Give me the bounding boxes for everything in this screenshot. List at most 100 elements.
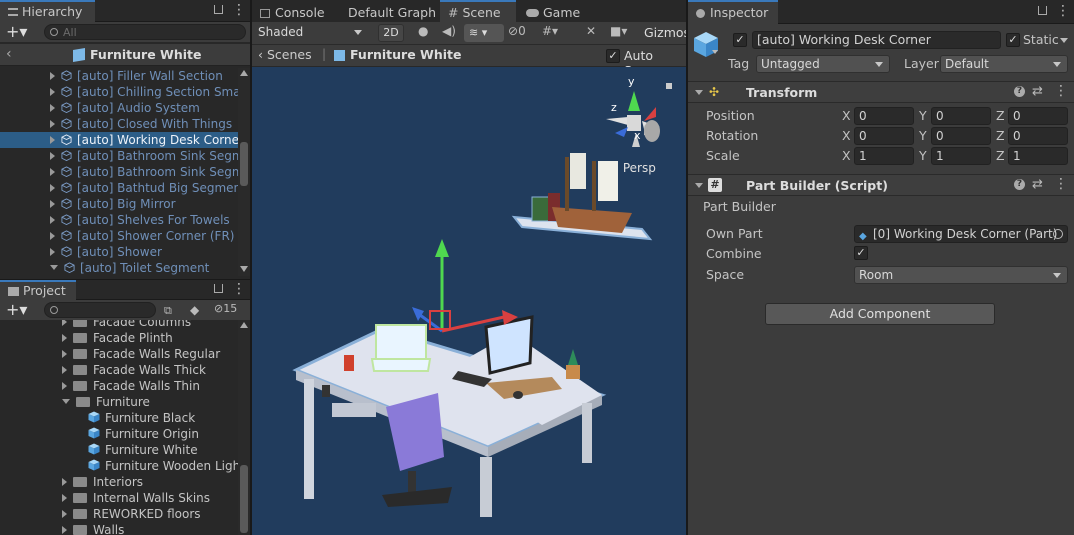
position-y-field[interactable]: 0: [931, 107, 991, 125]
project-item[interactable]: Furniture: [0, 394, 238, 410]
grid-toggle-icon[interactable]: #▾: [542, 24, 558, 38]
hierarchy-item[interactable]: [auto] Shower: [0, 244, 238, 260]
scrollbar-thumb[interactable]: [240, 465, 248, 533]
more-menu-icon[interactable]: ⋮: [232, 281, 246, 297]
tab-game[interactable]: Game: [518, 0, 588, 24]
tab-inspector[interactable]: Inspector: [688, 0, 778, 24]
rotation-axis-label[interactable]: X: [842, 128, 851, 143]
position-axis-label[interactable]: Z: [996, 108, 1005, 123]
foldout-arrow-icon[interactable]: [50, 120, 55, 128]
rotation-y-field[interactable]: 0: [931, 127, 991, 145]
foldout-arrow-icon[interactable]: [50, 136, 55, 144]
view-orientation-gizmo[interactable]: [606, 91, 660, 147]
hierarchy-item[interactable]: [auto] Filler Wall Section: [0, 68, 238, 84]
prefab-dropdown-arrow[interactable]: [712, 50, 718, 54]
tab-hierarchy[interactable]: Hierarchy: [0, 0, 95, 22]
hidden-packages-icon[interactable]: ⊘15: [214, 302, 237, 315]
component-menu-icon[interactable]: ⋮: [1054, 83, 1068, 99]
hierarchy-item[interactable]: [auto] Bathroom Sink Segme: [0, 164, 238, 180]
position-x-field[interactable]: 0: [854, 107, 914, 125]
tab-project[interactable]: Project: [0, 280, 76, 300]
gizmo-lock-icon[interactable]: [666, 83, 672, 89]
create-add-button[interactable]: +▾: [6, 300, 27, 319]
tag-dropdown[interactable]: Untagged: [756, 55, 890, 73]
project-item[interactable]: Facade Walls Thick: [0, 362, 238, 378]
project-item[interactable]: Walls: [0, 522, 238, 535]
foldout-arrow-icon[interactable]: [695, 183, 703, 188]
scrollbar-thumb[interactable]: [240, 142, 248, 186]
more-menu-icon[interactable]: ⋮: [232, 2, 246, 18]
foldout-arrow-icon[interactable]: [62, 478, 67, 486]
effects-dropdown[interactable]: ≋ ▾: [464, 24, 504, 42]
project-item[interactable]: Interiors: [0, 474, 238, 490]
foldout-arrow-icon[interactable]: [62, 399, 70, 404]
scale-z-field[interactable]: 1: [1008, 147, 1068, 165]
hierarchy-item[interactable]: [auto] Working Desk Corner: [0, 132, 238, 148]
presets-icon[interactable]: ⇄: [1032, 177, 1043, 192]
lock-icon[interactable]: [214, 284, 223, 293]
own-part-object-field[interactable]: ◆ [0] Working Desk Corner (Part): [854, 225, 1068, 243]
project-item[interactable]: Furniture Black: [0, 410, 238, 426]
2d-toggle-button[interactable]: 2D: [378, 24, 404, 42]
foldout-arrow-icon[interactable]: [62, 366, 67, 374]
foldout-arrow-icon[interactable]: [50, 168, 55, 176]
scale-axis-label[interactable]: Y: [919, 148, 927, 163]
rotation-axis-label[interactable]: Z: [996, 128, 1005, 143]
static-checkbox[interactable]: ✓: [1006, 33, 1020, 47]
foldout-arrow-icon[interactable]: [62, 510, 67, 518]
hierarchy-item[interactable]: [auto] Chilling Section Small: [0, 84, 238, 100]
add-component-button[interactable]: Add Component: [765, 303, 995, 325]
foldout-arrow-icon[interactable]: [50, 265, 58, 270]
layer-dropdown[interactable]: Default: [940, 55, 1068, 73]
scroll-up-arrow[interactable]: [240, 70, 248, 76]
scenes-back-link[interactable]: ‹ Scenes: [258, 47, 312, 62]
space-dropdown[interactable]: Room: [854, 266, 1068, 284]
project-item[interactable]: Furniture White: [0, 442, 238, 458]
scroll-down-arrow[interactable]: [240, 266, 248, 272]
project-item[interactable]: Facade Walls Regular: [0, 346, 238, 362]
foldout-arrow-icon[interactable]: [62, 320, 67, 326]
hierarchy-item[interactable]: [auto] Shelves For Towels: [0, 212, 238, 228]
shading-mode-dropdown[interactable]: Shaded: [254, 24, 368, 42]
project-item[interactable]: REWORKED floors: [0, 506, 238, 522]
foldout-arrow-icon[interactable]: [50, 72, 55, 80]
foldout-arrow-icon[interactable]: [62, 350, 67, 358]
foldout-arrow-icon[interactable]: [50, 216, 55, 224]
scale-y-field[interactable]: 1: [931, 147, 991, 165]
foldout-arrow-icon[interactable]: [62, 382, 67, 390]
foldout-arrow-icon[interactable]: [695, 90, 703, 95]
project-item[interactable]: Internal Walls Skins: [0, 490, 238, 506]
foldout-arrow-icon[interactable]: [50, 232, 55, 240]
hierarchy-item[interactable]: [auto] Shower Corner (FR): [0, 228, 238, 244]
project-scrollbar[interactable]: [238, 320, 250, 535]
project-item[interactable]: Facade Columns: [0, 320, 238, 330]
gameobject-active-checkbox[interactable]: ✓: [733, 33, 747, 47]
project-item[interactable]: Furniture Wooden Light: [0, 458, 238, 474]
project-search-input[interactable]: [44, 302, 156, 318]
lock-icon[interactable]: [1038, 6, 1047, 15]
part-builder-header[interactable]: # Part Builder (Script) ? ⇄ ⋮: [688, 174, 1074, 196]
hierarchy-search-input[interactable]: All: [44, 24, 246, 40]
help-icon[interactable]: ?: [1014, 179, 1025, 190]
static-dropdown-arrow[interactable]: [1060, 38, 1068, 43]
scroll-up-arrow[interactable]: [240, 322, 248, 328]
presets-icon[interactable]: ⇄: [1032, 84, 1043, 99]
back-arrow-icon[interactable]: ‹: [6, 46, 12, 62]
auto-save-checkbox[interactable]: ✓: [606, 49, 620, 63]
move-tool-gizmo[interactable]: [412, 239, 518, 333]
hierarchy-item[interactable]: [auto] Audio System: [0, 100, 238, 116]
foldout-arrow-icon[interactable]: [50, 152, 55, 160]
rotation-axis-label[interactable]: Y: [919, 128, 927, 143]
component-menu-icon[interactable]: ⋮: [1054, 176, 1068, 192]
lighting-toggle-icon[interactable]: ●: [418, 24, 428, 38]
position-axis-label[interactable]: X: [842, 108, 851, 123]
foldout-arrow-icon[interactable]: [62, 494, 67, 502]
scale-axis-label[interactable]: X: [842, 148, 851, 163]
tools-icon[interactable]: ✕: [586, 24, 596, 38]
project-item[interactable]: Facade Walls Thin: [0, 378, 238, 394]
scene-visibility-icon[interactable]: ⊘0: [508, 24, 526, 38]
foldout-arrow-icon[interactable]: [50, 104, 55, 112]
help-icon[interactable]: ?: [1014, 86, 1025, 97]
gizmos-dropdown[interactable]: Gizmos: [644, 25, 686, 40]
foldout-arrow-icon[interactable]: [62, 334, 67, 342]
